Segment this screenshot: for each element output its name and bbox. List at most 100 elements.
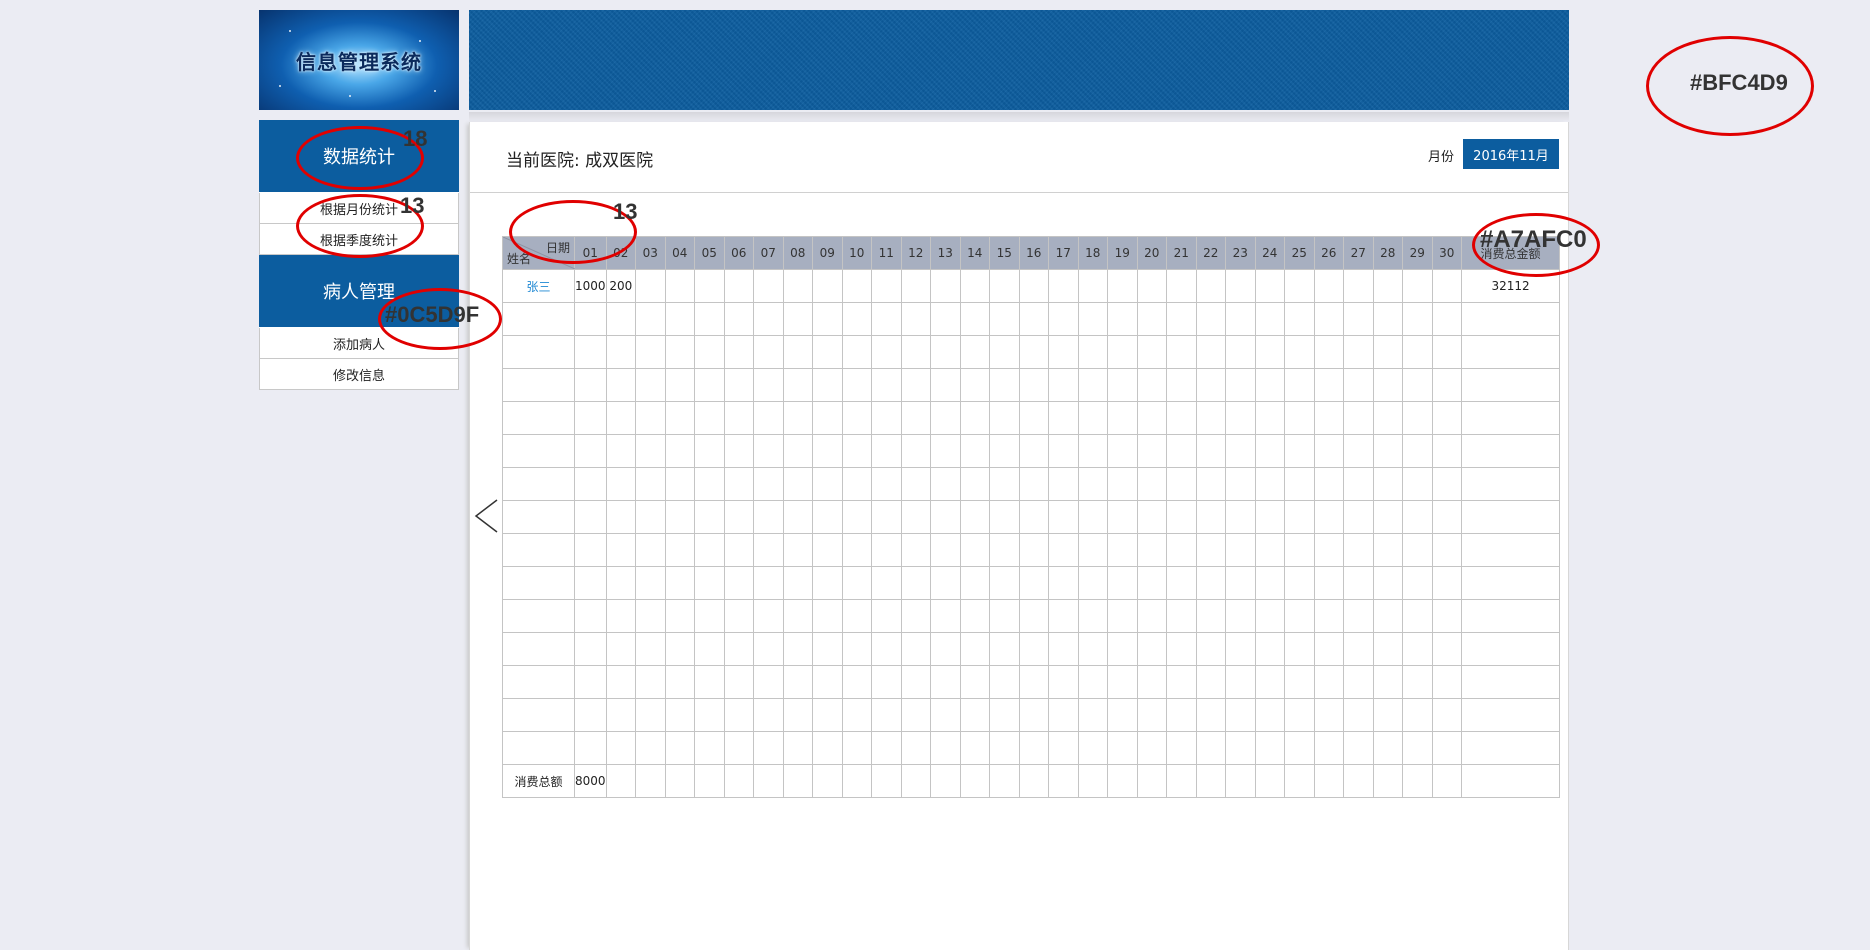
- empty-cell: [841, 533, 873, 567]
- empty-cell: [1048, 599, 1079, 633]
- empty-cell: [664, 467, 696, 501]
- empty-cell: [1254, 335, 1286, 369]
- empty-cell: [1402, 599, 1433, 633]
- empty-cell: [1372, 434, 1404, 468]
- empty-cell: [694, 500, 725, 534]
- empty-cell: [1343, 665, 1374, 699]
- month-select-button[interactable]: 2016年11月: [1463, 139, 1559, 169]
- footer-day-cell: [1402, 764, 1433, 798]
- empty-cell: [871, 533, 902, 567]
- empty-cell: [1018, 500, 1050, 534]
- empty-cell: [1225, 368, 1256, 402]
- patient-name-link[interactable]: 张三: [526, 280, 550, 294]
- empty-cell: [871, 335, 902, 369]
- footer-day-cell: [1166, 764, 1197, 798]
- empty-cell: [989, 401, 1020, 435]
- day-column-header: 29: [1402, 236, 1433, 270]
- empty-cell: [1166, 566, 1197, 600]
- empty-cell: [871, 665, 902, 699]
- empty-cell: [989, 500, 1020, 534]
- empty-cell: [841, 335, 873, 369]
- empty-cell: [1402, 632, 1433, 666]
- empty-cell: [1225, 731, 1256, 765]
- empty-cell: [1461, 665, 1561, 699]
- empty-cell: [694, 401, 725, 435]
- day-value-cell: [1195, 269, 1227, 303]
- empty-cell: [694, 533, 725, 567]
- empty-cell: [635, 566, 666, 600]
- stats-table-wrap: 日期 姓名 01 02 03 04 05 06 07 08 09 10 11 12 13 14 15 16 17 18…: [502, 236, 1561, 798]
- empty-cell: [502, 665, 575, 699]
- empty-cell: [959, 434, 991, 468]
- sidebar-item-quarterly-stats[interactable]: 根据季度统计: [259, 224, 459, 255]
- empty-cell: [574, 632, 607, 666]
- empty-cell: [1018, 401, 1050, 435]
- day-column-header: 24: [1254, 236, 1286, 270]
- empty-cell: [694, 731, 725, 765]
- day-value-cell: [1136, 269, 1168, 303]
- empty-cell: [1225, 599, 1256, 633]
- empty-cell: [841, 302, 873, 336]
- sidebar-item-add-patient[interactable]: 添加病人: [259, 328, 459, 359]
- footer-day-cell: [1048, 764, 1079, 798]
- day-value-cell: [812, 269, 843, 303]
- empty-cell: [1254, 434, 1286, 468]
- empty-cell: [1431, 632, 1463, 666]
- empty-cell: [1166, 302, 1197, 336]
- empty-cell: [723, 566, 755, 600]
- empty-cell: [959, 302, 991, 336]
- day-column-header: 03: [635, 236, 666, 270]
- empty-cell: [812, 467, 843, 501]
- day-column-header: 07: [753, 236, 784, 270]
- empty-cell: [1195, 467, 1227, 501]
- day-value-cell: [959, 269, 991, 303]
- empty-cell: [635, 434, 666, 468]
- empty-cell: [1372, 665, 1404, 699]
- empty-cell: [694, 665, 725, 699]
- footer-day-cell: [1431, 764, 1463, 798]
- back-arrow-icon[interactable]: [473, 498, 499, 534]
- empty-cell: [1048, 632, 1079, 666]
- empty-cell: [900, 599, 932, 633]
- empty-cell: [664, 566, 696, 600]
- empty-cell: [989, 632, 1020, 666]
- empty-cell: [1431, 368, 1463, 402]
- empty-cell: [1048, 467, 1079, 501]
- footer-day-cell: [1195, 764, 1227, 798]
- sidebar-item-monthly-stats[interactable]: 根据月份统计: [259, 193, 459, 224]
- panel-shadow: [469, 112, 1569, 122]
- empty-cell: [812, 401, 843, 435]
- empty-cell: [1431, 731, 1463, 765]
- empty-cell: [812, 533, 843, 567]
- empty-cell: [723, 434, 755, 468]
- empty-cell: [1048, 698, 1079, 732]
- empty-cell: [1284, 533, 1315, 567]
- empty-cell: [1136, 599, 1168, 633]
- empty-cell: [664, 731, 696, 765]
- empty-cell: [1107, 434, 1138, 468]
- empty-cell: [871, 434, 902, 468]
- empty-cell: [1107, 566, 1138, 600]
- empty-cell: [635, 500, 666, 534]
- empty-cell: [1461, 731, 1561, 765]
- day-value-cell: [1077, 269, 1109, 303]
- table-footer-row: 消费总额 8000: [502, 764, 1561, 798]
- footer-day-cell: [694, 764, 725, 798]
- empty-cell: [1402, 533, 1433, 567]
- empty-cell: [723, 500, 755, 534]
- sidebar-group-statistics[interactable]: 数据统计: [259, 120, 459, 193]
- empty-cell: [1136, 335, 1168, 369]
- empty-cell: [1461, 599, 1561, 633]
- empty-cell: [1195, 533, 1227, 567]
- empty-cell: [605, 434, 637, 468]
- sidebar-item-edit-info[interactable]: 修改信息: [259, 359, 459, 390]
- empty-cell: [841, 500, 873, 534]
- day-column-header: 08: [782, 236, 814, 270]
- table-row-empty: [502, 335, 1561, 369]
- empty-cell: [900, 533, 932, 567]
- empty-cell: [930, 632, 961, 666]
- empty-cell: [1461, 434, 1561, 468]
- table-row-empty: [502, 500, 1561, 534]
- day-column-header: 04: [664, 236, 696, 270]
- empty-cell: [753, 533, 784, 567]
